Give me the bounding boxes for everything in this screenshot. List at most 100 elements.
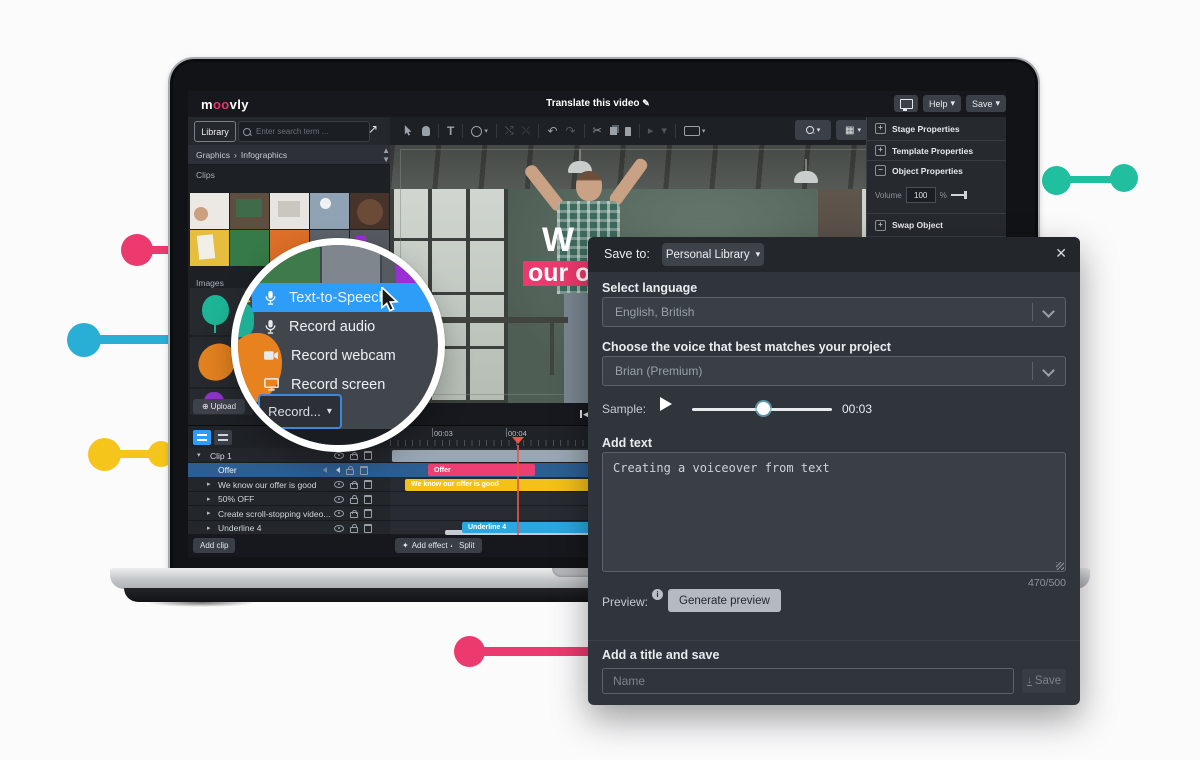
lock-icon[interactable] <box>350 498 358 504</box>
voiceover-text-input[interactable]: Creating a voiceover from text <box>602 452 1066 572</box>
clip-bar-offer[interactable]: Offer <box>428 464 535 476</box>
expand-panel-icon[interactable]: ↗ <box>368 122 378 136</box>
split-button[interactable]: Split <box>452 538 482 553</box>
trash-icon[interactable] <box>364 480 372 489</box>
upload-button[interactable]: ⊕Upload <box>193 399 245 414</box>
volume-slider-icon[interactable] <box>951 194 967 196</box>
trash-icon[interactable] <box>364 451 372 460</box>
language-select[interactable]: English, British <box>602 297 1066 327</box>
redo-icon[interactable]: ↷ <box>566 125 576 137</box>
save-menu-button[interactable]: Save▾ <box>966 95 1006 112</box>
caret-down-icon[interactable]: ▾ <box>197 451 201 459</box>
menu-item-text-to-speech[interactable]: Text-to-Speech <box>252 283 445 312</box>
shape-tool-icon[interactable]: ▾ <box>471 126 488 137</box>
visibility-icon[interactable] <box>334 510 344 517</box>
swap-object-row[interactable]: +Swap Object <box>867 214 1006 237</box>
trash-icon[interactable] <box>364 495 372 504</box>
volume-label: Volume <box>875 191 902 200</box>
library-tab[interactable]: Library <box>194 121 236 142</box>
voice-label: Choose the voice that best matches your … <box>602 340 891 354</box>
pan-hand-icon[interactable] <box>422 126 430 136</box>
volume-input[interactable] <box>906 187 936 203</box>
visibility-icon[interactable] <box>334 496 344 503</box>
close-icon[interactable]: ✕ <box>1055 245 1067 262</box>
edit-title-icon[interactable]: ✎ <box>642 98 650 108</box>
dialog-header: Save to: Personal Library▾ ✕ <box>588 237 1080 272</box>
preview-monitor-button[interactable] <box>894 95 918 112</box>
cut-icon[interactable]: ✂ <box>593 126 602 137</box>
menu-item-record-audio[interactable]: Record audio <box>252 312 445 341</box>
visibility-icon[interactable] <box>334 525 344 532</box>
text-tool-icon[interactable]: T <box>447 125 454 137</box>
clips-section-label: Clips <box>196 170 215 180</box>
caret-right-icon[interactable]: ▸ <box>207 480 211 488</box>
chevron-down-icon: ▾ <box>950 98 955 109</box>
chevron-down-icon: ▾ <box>327 406 332 417</box>
help-button[interactable]: Help▾ <box>923 95 961 112</box>
caret-right-icon[interactable]: ▸ <box>207 495 211 503</box>
speaker-icon[interactable] <box>333 467 340 473</box>
clip-thumbnail[interactable] <box>310 193 349 229</box>
clip-thumbnail[interactable] <box>230 193 269 229</box>
subtitle-strip-icon[interactable]: ▾ <box>684 126 706 136</box>
undo-icon[interactable]: ↶ <box>547 125 557 137</box>
audio-fade-icon[interactable] <box>320 467 327 473</box>
clip-thumbnail[interactable] <box>350 193 389 229</box>
stage-properties-row[interactable]: +Stage Properties <box>867 117 1006 141</box>
timeline-list-view-button[interactable] <box>193 430 211 445</box>
clip-thumbnail[interactable] <box>190 230 229 266</box>
caret-right-icon[interactable]: ▸ <box>207 509 211 517</box>
align-horizontal-icon[interactable]: ⤭ <box>505 126 514 137</box>
title-name-input[interactable] <box>602 668 1014 694</box>
trash-icon[interactable] <box>360 466 368 475</box>
sample-progress-thumb[interactable] <box>757 402 770 415</box>
text-to-speech-dialog: Save to: Personal Library▾ ✕ Select lang… <box>588 237 1080 705</box>
record-dropdown-button[interactable]: Record...▾ <box>258 394 342 429</box>
send-layer-icon[interactable]: ▸ <box>648 126 654 137</box>
personal-library-dropdown[interactable]: Personal Library▾ <box>662 243 764 266</box>
paste-icon[interactable] <box>625 127 631 136</box>
zoom-menu-button[interactable]: ▾ <box>795 120 831 140</box>
template-properties-row[interactable]: +Template Properties <box>867 141 1006 161</box>
effect-wand-icon: ✦ <box>402 541 409 550</box>
visibility-icon[interactable] <box>334 481 344 488</box>
monitor-icon <box>900 99 913 109</box>
add-clip-button[interactable]: Add clip <box>193 538 235 553</box>
microphone-icon <box>264 290 277 306</box>
trash-icon[interactable] <box>364 509 372 518</box>
copy-icon[interactable] <box>610 127 617 135</box>
trash-icon[interactable] <box>364 524 372 533</box>
grid-view-button[interactable]: ▦▾ <box>836 120 870 140</box>
select-cursor-icon[interactable] <box>404 125 414 137</box>
lock-icon[interactable] <box>346 469 354 475</box>
select-language-label: Select language <box>602 281 697 295</box>
voice-select[interactable]: Brian (Premium) <box>602 356 1066 386</box>
breadcrumb[interactable]: Graphics›Infographics ▲▼ <box>188 145 398 165</box>
layer-order-icon[interactable]: ▾ <box>661 126 667 137</box>
lock-icon[interactable] <box>350 483 358 489</box>
resize-grip-icon[interactable] <box>1056 562 1064 570</box>
clip-thumbnail[interactable] <box>270 193 309 229</box>
library-search[interactable] <box>238 121 370 142</box>
volume-unit: % <box>940 191 947 200</box>
menu-item-record-webcam[interactable]: Record webcam <box>252 341 445 370</box>
generate-preview-button[interactable]: Generate preview <box>668 589 781 612</box>
object-properties-row[interactable]: −Object Properties <box>867 161 1006 180</box>
video-caption-line2: our o <box>528 259 591 288</box>
timeline-compact-view-button[interactable] <box>214 430 232 445</box>
visibility-icon[interactable] <box>334 452 344 459</box>
search-input[interactable] <box>254 126 365 137</box>
video-caption-line1: W <box>542 221 574 260</box>
lock-icon[interactable] <box>350 527 358 533</box>
caret-right-icon[interactable]: ▸ <box>207 524 211 532</box>
lock-icon[interactable] <box>350 454 358 460</box>
dialog-save-button[interactable]: ↓Save <box>1022 669 1066 693</box>
sort-toggle-icon[interactable]: ▲▼ <box>382 146 390 164</box>
add-effect-button[interactable]: ✦Add effect▴ <box>395 538 461 553</box>
grid-icon: ▦ <box>845 125 854 136</box>
chevron-down-icon: ▾ <box>756 249 761 260</box>
lock-icon[interactable] <box>350 512 358 518</box>
play-icon[interactable] <box>660 397 679 411</box>
align-vertical-icon[interactable]: ⤬ <box>522 126 531 137</box>
clip-thumbnail[interactable] <box>190 193 229 229</box>
